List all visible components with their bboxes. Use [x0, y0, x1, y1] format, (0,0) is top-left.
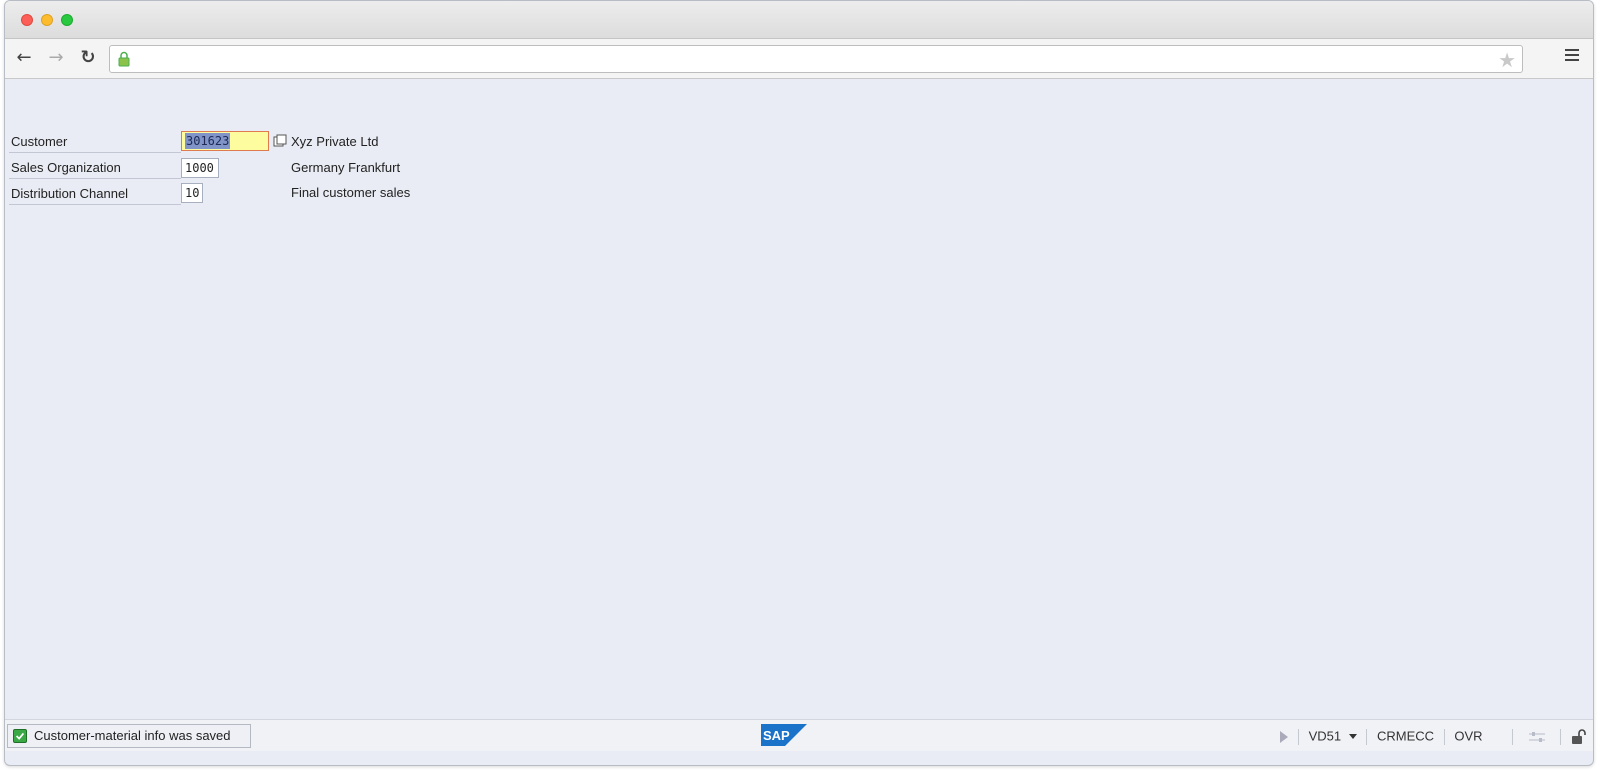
value-help-icon[interactable]: [273, 134, 287, 148]
title-bar: [5, 1, 1593, 39]
status-bar: Customer-material info was saved SAP VD5…: [5, 719, 1593, 751]
close-window-button[interactable]: [21, 14, 33, 26]
customer-input-value: 301623: [185, 133, 231, 149]
settings-slider-icon[interactable]: [1527, 730, 1547, 744]
dist-channel-description: Final customer sales: [291, 185, 411, 200]
dist-channel-label: Distribution Channel: [9, 183, 181, 205]
zoom-window-button[interactable]: [61, 14, 73, 26]
system-name: CRMECC: [1377, 728, 1435, 744]
transaction-code[interactable]: VD51: [1309, 729, 1342, 744]
sales-org-description: Germany Frankfurt: [291, 160, 401, 175]
browser-toolbar: ← → ↻ ★: [5, 39, 1593, 79]
browser-menu-icon[interactable]: [1565, 49, 1579, 63]
customer-description: Xyz Private Ltd: [291, 134, 379, 149]
svg-text:SAP: SAP: [763, 728, 790, 743]
success-check-icon: [13, 729, 27, 743]
lock-icon: [118, 51, 130, 67]
sales-org-label: Sales Organization: [9, 157, 181, 179]
sap-logo: SAP: [761, 724, 807, 746]
selection-screen: Customer 301623 Xyz Private Ltd Sales Or…: [5, 79, 1593, 719]
browser-window: ← → ↻ ★ Customer 301623 Xyz Private Ltd …: [4, 0, 1594, 766]
status-message[interactable]: Customer-material info was saved: [7, 724, 251, 748]
forward-arrow-icon[interactable]: →: [45, 47, 67, 69]
input-mode[interactable]: OVR: [1454, 729, 1482, 744]
bookmark-star-icon[interactable]: ★: [1498, 48, 1516, 72]
unlock-icon[interactable]: [1571, 728, 1587, 746]
reload-icon[interactable]: ↻: [77, 47, 99, 69]
system-info: VD51 CRMECC OVR: [1280, 726, 1587, 746]
back-arrow-icon[interactable]: ←: [13, 47, 35, 69]
address-bar[interactable]: ★: [109, 45, 1523, 73]
dropdown-arrow-icon[interactable]: [1348, 734, 1357, 740]
dist-channel-input[interactable]: 10: [181, 183, 203, 203]
expand-triangle-icon[interactable]: [1280, 730, 1289, 743]
customer-input[interactable]: 301623: [181, 131, 269, 151]
status-message-text: Customer-material info was saved: [34, 728, 231, 743]
sales-org-input[interactable]: 1000: [181, 158, 219, 178]
minimize-window-button[interactable]: [41, 14, 53, 26]
customer-label: Customer: [9, 131, 181, 153]
